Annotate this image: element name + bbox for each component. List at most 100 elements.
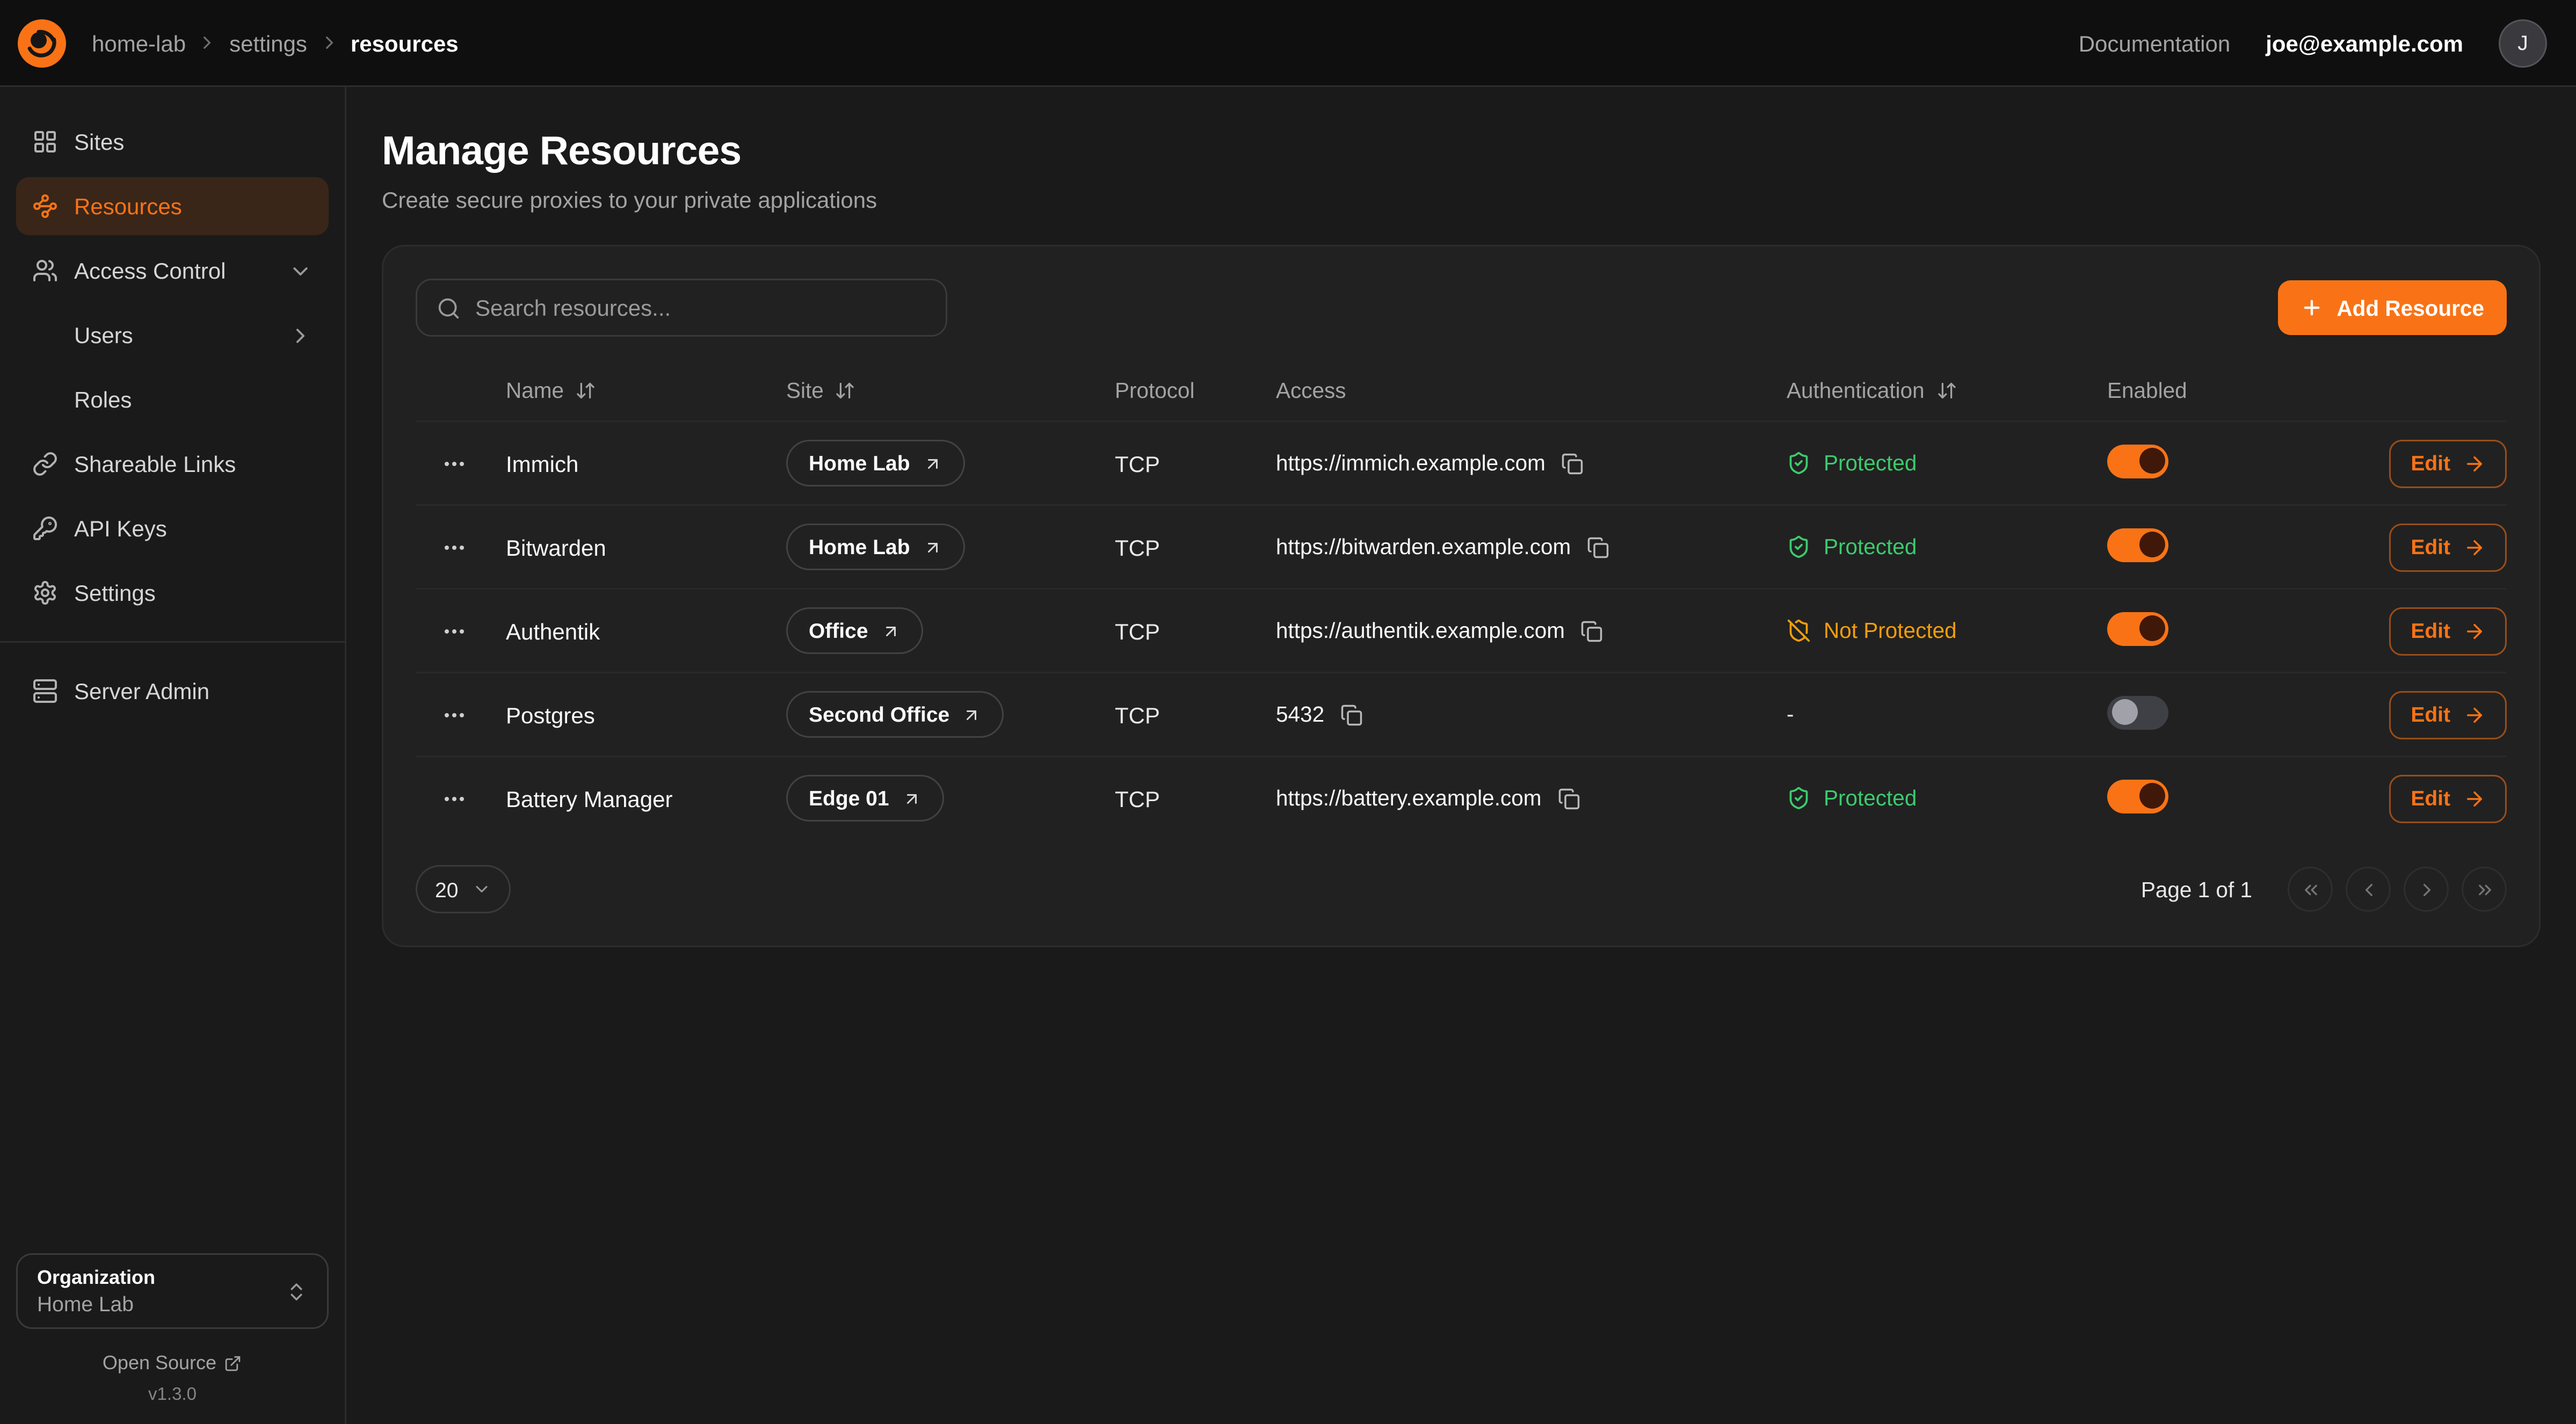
main-content: Manage Resources Create secure proxies t… [346,87,2576,1424]
protocol: TCP [1115,702,1276,728]
first-page-button[interactable] [2288,867,2333,912]
enabled-toggle[interactable] [2107,444,2168,478]
row-menu-button[interactable] [435,695,474,734]
documentation-link[interactable]: Documentation [2079,30,2231,56]
site-name: Office [809,619,868,643]
link-icon [32,451,58,477]
sidebar-item-sites[interactable]: Sites [16,113,329,171]
sidebar-item-api-keys[interactable]: API Keys [16,499,329,557]
users-icon [32,258,58,284]
user-email[interactable]: joe@example.com [2266,30,2463,56]
edit-button[interactable]: Edit [2390,774,2507,823]
table-row: Postgres Second Office TCP 5432 - Edit [416,672,2507,755]
enabled-toggle[interactable] [2107,779,2168,813]
edit-button[interactable]: Edit [2390,691,2507,739]
sidebar-item-roles[interactable]: Roles [16,370,329,428]
column-header-site[interactable]: Site [786,378,1115,402]
auth-status: Protected [1787,786,2107,810]
arrow-up-right-icon [923,454,942,473]
resource-name: Bitwarden [506,534,786,560]
site-name: Second Office [809,702,949,726]
edit-button[interactable]: Edit [2390,523,2507,571]
add-resource-button[interactable]: Add Resource [2279,280,2507,335]
site-link[interactable]: Office [786,607,923,654]
enabled-toggle[interactable] [2107,612,2168,645]
protocol: TCP [1115,786,1276,811]
column-header-name[interactable]: Name [506,378,786,402]
copy-icon[interactable] [1562,452,1584,475]
shield-check-icon [1787,535,1811,559]
sidebar-item-settings[interactable]: Settings [16,564,329,622]
topbar: home-lab settings resources Documentatio… [0,0,2576,87]
sort-icon [1936,380,1957,401]
sidebar-item-label: Users [74,322,133,348]
copy-icon[interactable] [1340,703,1363,726]
sort-icon [575,380,596,401]
chevrons-up-down-icon [285,1280,308,1303]
page-subtitle: Create secure proxies to your private ap… [382,187,2541,213]
row-menu-button[interactable] [435,612,474,650]
page-size-value: 20 [435,877,458,902]
enabled-toggle[interactable] [2107,528,2168,562]
site-name: Home Lab [809,535,910,559]
copy-icon[interactable] [1587,536,1609,558]
access-url: https://immich.example.com [1276,451,1545,475]
avatar[interactable]: J [2499,19,2547,67]
open-source-link[interactable]: Open Source [16,1352,329,1374]
breadcrumb: home-lab settings resources [92,30,459,56]
site-link[interactable]: Home Lab [786,524,965,570]
row-menu-button[interactable] [435,779,474,818]
resource-name: Postgres [506,702,786,728]
pager: Page 1 of 1 [2141,867,2507,912]
edit-button[interactable]: Edit [2390,439,2507,488]
table-row: Bitwarden Home Lab TCP https://bitwarden… [416,504,2507,588]
site-link[interactable]: Second Office [786,691,1004,738]
waypoints-icon [32,193,58,219]
arrow-right-icon [2463,452,2486,475]
edit-button[interactable]: Edit [2390,607,2507,655]
sidebar-item-users[interactable]: Users [16,306,329,364]
org-selector[interactable]: Organization Home Lab [16,1253,329,1329]
search-input[interactable] [475,295,926,321]
copy-icon[interactable] [1581,620,1603,642]
row-menu-button[interactable] [435,444,474,483]
arrow-up-right-icon [962,705,982,724]
arrow-right-icon [2463,620,2486,642]
chevrons-right-icon [2474,879,2495,900]
next-page-button[interactable] [2404,867,2449,912]
version-label: v1.3.0 [16,1385,329,1405]
column-header-authentication[interactable]: Authentication [1787,378,2107,402]
sidebar-item-label: Server Admin [74,678,209,704]
sidebar-bottom: Organization Home Lab Open Source v1.3.0 [16,1253,329,1405]
column-header-protocol: Protocol [1115,378,1276,402]
last-page-button[interactable] [2462,867,2507,912]
table-row: Immich Home Lab TCP https://immich.examp… [416,420,2507,504]
org-selector-value: Home Lab [37,1292,155,1316]
shield-off-icon [1787,619,1811,643]
site-name: Home Lab [809,451,910,475]
sidebar: Sites Resources Access Control Users Rol… [0,87,346,1424]
pangolin-logo[interactable] [16,17,68,69]
row-menu-button[interactable] [435,528,474,566]
sidebar-nav: Sites Resources Access Control Users Rol… [16,113,329,726]
page-size-select[interactable]: 20 [416,865,511,913]
sidebar-item-server-admin[interactable]: Server Admin [16,662,329,720]
enabled-toggle[interactable] [2107,695,2168,729]
access-url: https://bitwarden.example.com [1276,535,1571,559]
access-url: https://authentik.example.com [1276,619,1565,643]
site-name: Edge 01 [809,786,889,810]
column-header-access: Access [1276,378,1787,402]
sidebar-item-access-control[interactable]: Access Control [16,242,329,300]
copy-icon[interactable] [1557,787,1580,810]
sidebar-item-shareable-links[interactable]: Shareable Links [16,435,329,493]
breadcrumb-settings[interactable]: settings [229,30,307,56]
arrow-up-right-icon [881,621,901,641]
previous-page-button[interactable] [2346,867,2391,912]
breadcrumb-org[interactable]: home-lab [92,30,186,56]
sidebar-item-resources[interactable]: Resources [16,177,329,235]
site-link[interactable]: Home Lab [786,440,965,486]
sidebar-item-label: Shareable Links [74,451,236,477]
resources-table: Name Site Protocol Access Authentication [416,359,2507,839]
site-link[interactable]: Edge 01 [786,775,944,822]
open-source-label: Open Source [103,1352,216,1374]
